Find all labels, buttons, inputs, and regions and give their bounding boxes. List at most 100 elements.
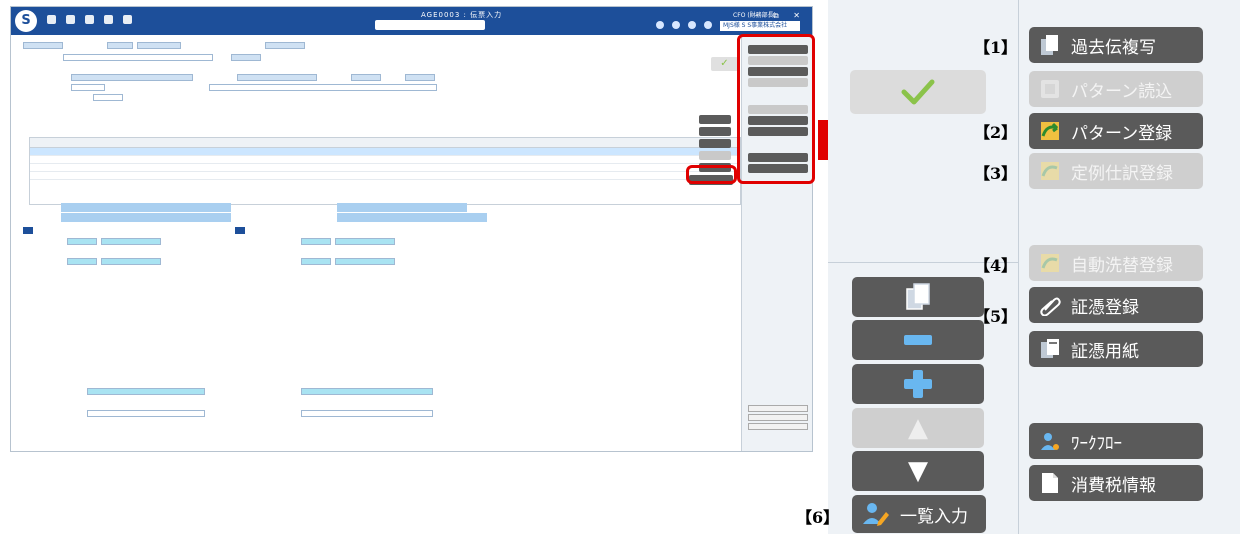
group-name-field[interactable] <box>137 41 181 49</box>
credit-total-amount[interactable] <box>301 409 433 417</box>
credit-amount[interactable] <box>301 387 433 395</box>
callout-marker-1: 【1】 <box>974 38 1018 57</box>
debit-total-amount[interactable] <box>87 409 205 417</box>
debit-dept-name[interactable] <box>101 257 161 265</box>
voucher-paper-label: 証憑用紙 <box>1071 341 1139 362</box>
credit-account-row <box>301 237 395 245</box>
tax-info-label: 消費税情報 <box>1071 475 1156 496</box>
mini-minus-button[interactable] <box>699 127 731 136</box>
voucher-register-button[interactable]: 証憑登録 <box>1029 287 1203 323</box>
workflow-button[interactable]: ﾜｰｸﾌﾛｰ <box>1029 423 1203 459</box>
menu-icon[interactable] <box>47 15 56 24</box>
header-row-1 <box>23 41 305 49</box>
header-row-3 <box>23 73 435 81</box>
pattern-load-icon <box>1039 78 1061 100</box>
summary-field[interactable] <box>71 73 193 81</box>
type-field[interactable] <box>231 53 261 61</box>
menu-icons <box>47 15 132 24</box>
window-controls[interactable]: – ⧉ ✕ <box>754 11 806 21</box>
recurring-register-icon <box>1039 160 1061 182</box>
copy-past-voucher-label: 過去伝複写 <box>1071 37 1156 58</box>
debit-account-name[interactable] <box>101 237 161 245</box>
switch-mode-field[interactable] <box>405 73 435 81</box>
copy-past-voucher-button[interactable]: 過去伝複写 <box>1029 27 1203 63</box>
table-row[interactable] <box>30 164 740 172</box>
window-title: AGE0003 : 伝票入力 <box>421 11 503 19</box>
mail-icon[interactable] <box>104 15 113 24</box>
power-icon[interactable] <box>672 21 680 29</box>
pattern-load-label: パターン読込 <box>1071 81 1173 102</box>
credit-panel-header <box>235 227 245 234</box>
auto-reversal-register-label: 自動洗替登録 <box>1071 255 1173 276</box>
mini-up-button[interactable] <box>699 151 731 160</box>
tax-info-button[interactable]: 消費税情報 <box>1029 465 1203 501</box>
add-row-button[interactable] <box>852 364 984 404</box>
tag-icon[interactable] <box>688 21 696 29</box>
table-row[interactable] <box>30 172 740 180</box>
group-field[interactable] <box>107 41 133 49</box>
workflow-user-icon <box>1039 430 1061 452</box>
date-field[interactable] <box>23 41 63 49</box>
title-search-input[interactable] <box>375 20 485 30</box>
credit-dept-code[interactable] <box>301 257 331 265</box>
workflow-label: ﾜｰｸﾌﾛｰ <box>1071 433 1122 454</box>
document-icon <box>1039 472 1061 494</box>
pattern-register-button[interactable]: パターン登録 <box>1029 113 1203 149</box>
table-row[interactable] <box>30 156 740 164</box>
input-mode-field[interactable] <box>351 73 381 81</box>
check-icon <box>901 79 935 105</box>
header-row-2 <box>23 53 261 61</box>
mini-option-2[interactable] <box>748 414 808 421</box>
list-input-button[interactable]: 一覧入力 <box>852 495 986 533</box>
credit-account-name[interactable] <box>335 237 395 245</box>
partner-field[interactable] <box>237 73 317 81</box>
move-up-button[interactable]: ▲ <box>852 408 984 448</box>
mini-check-button[interactable]: ✓ <box>711 57 738 71</box>
star-icon[interactable] <box>66 15 75 24</box>
mini-copy-button[interactable] <box>699 115 731 124</box>
debit-account-code[interactable] <box>67 237 97 245</box>
auto-reversal-register-button[interactable]: 自動洗替登録 <box>1029 245 1203 281</box>
callout-marker-2: 【2】 <box>974 123 1018 142</box>
user-edit-icon <box>862 500 890 528</box>
pattern-load-button[interactable]: パターン読込 <box>1029 71 1203 107</box>
debit-dept-code[interactable] <box>67 257 97 265</box>
settlement-radio-group[interactable] <box>63 53 213 61</box>
status-icons <box>656 21 712 29</box>
callout-marker-4: 【4】 <box>974 256 1018 275</box>
mini-option-3[interactable] <box>748 423 808 430</box>
debit-total-row <box>87 409 205 417</box>
bill-date-field[interactable] <box>71 83 105 91</box>
callout-marker-3: 【3】 <box>974 164 1018 183</box>
app-screenshot: S AGE0003 : 伝票入力 CFO (財務部長) MJS様 S S事業株式… <box>10 6 813 452</box>
help-icon[interactable] <box>704 21 712 29</box>
title-bar: S AGE0003 : 伝票入力 CFO (財務部長) MJS様 S S事業株式… <box>11 7 812 35</box>
credit-account-code[interactable] <box>301 237 331 245</box>
debit-amount[interactable] <box>87 387 205 395</box>
credit-dept-name[interactable] <box>335 257 395 265</box>
help-icon[interactable] <box>123 15 132 24</box>
heart-icon[interactable] <box>656 21 664 29</box>
mini-option-1[interactable] <box>748 405 808 412</box>
voucher-no-field[interactable] <box>265 41 305 49</box>
list-input-label: 一覧入力 <box>900 506 968 527</box>
recurring-entry-register-button[interactable]: 定例仕訳登録 <box>1029 153 1203 189</box>
copy-row-button[interactable] <box>852 277 984 317</box>
move-down-button[interactable]: ▼ <box>852 451 984 491</box>
mini-plus-button[interactable] <box>699 139 731 148</box>
debit-total <box>61 203 231 212</box>
credit-total <box>337 203 467 212</box>
copy-icon <box>906 283 930 310</box>
auto-reversal-icon <box>1039 252 1061 274</box>
company-select[interactable]: MJS様 S S事業株式会社 <box>720 21 800 31</box>
table-row[interactable] <box>30 148 740 156</box>
voucher-paper-button[interactable]: 証憑用紙 <box>1029 331 1203 367</box>
header-row-4 <box>23 83 437 91</box>
bank-field[interactable] <box>93 93 123 101</box>
highlight-side-panel <box>737 34 815 184</box>
delete-row-button[interactable] <box>852 320 984 360</box>
confirm-check-button[interactable] <box>850 70 986 114</box>
gear-icon[interactable] <box>85 15 94 24</box>
bill-no-field[interactable] <box>209 83 437 91</box>
callout-marker-6: 【6】 <box>796 508 840 527</box>
